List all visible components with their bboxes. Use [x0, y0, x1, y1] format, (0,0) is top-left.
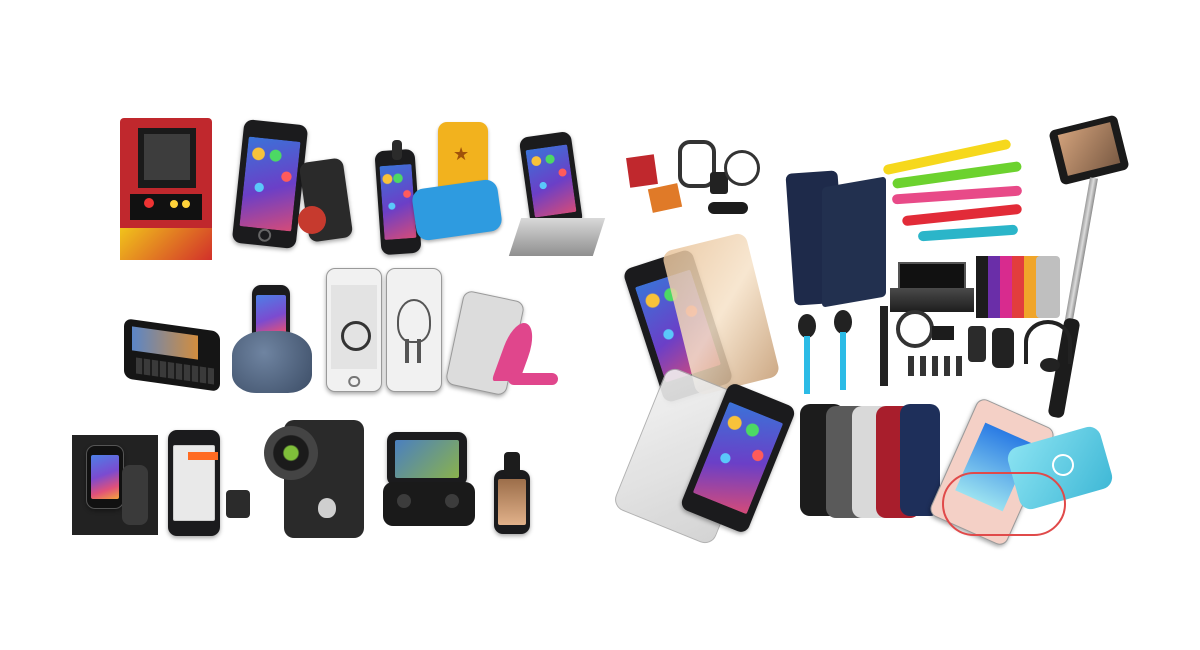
- power-bank: [927, 396, 1120, 548]
- blue-case: [410, 178, 504, 242]
- phone-in-dock: [508, 130, 606, 258]
- accessory-collage: ★: [0, 0, 1200, 650]
- charger-kit: [626, 136, 760, 236]
- audio-dock-phone: [168, 430, 260, 540]
- white-phone-front: [326, 268, 382, 392]
- silicone-cases: [800, 404, 940, 520]
- pink-shoe-stand: [444, 289, 560, 397]
- clip-lens: [492, 452, 536, 536]
- gamepad-case: [383, 432, 475, 528]
- phone-stand-red: [290, 157, 354, 243]
- headset: [992, 318, 1072, 382]
- accessory-pack: [872, 306, 992, 390]
- flip-case: [785, 170, 892, 308]
- fisheye-lens: [264, 420, 364, 538]
- slide-out-keyboard-phone: [124, 315, 224, 395]
- screen-protector: [611, 365, 797, 547]
- car-mount: [72, 435, 158, 535]
- beanbag-phone-holder: [232, 285, 312, 395]
- phone-skin: [386, 268, 442, 392]
- usb-cables: [882, 132, 1032, 242]
- earphones: [790, 310, 870, 396]
- arcade-cabinet-dock: [120, 118, 212, 260]
